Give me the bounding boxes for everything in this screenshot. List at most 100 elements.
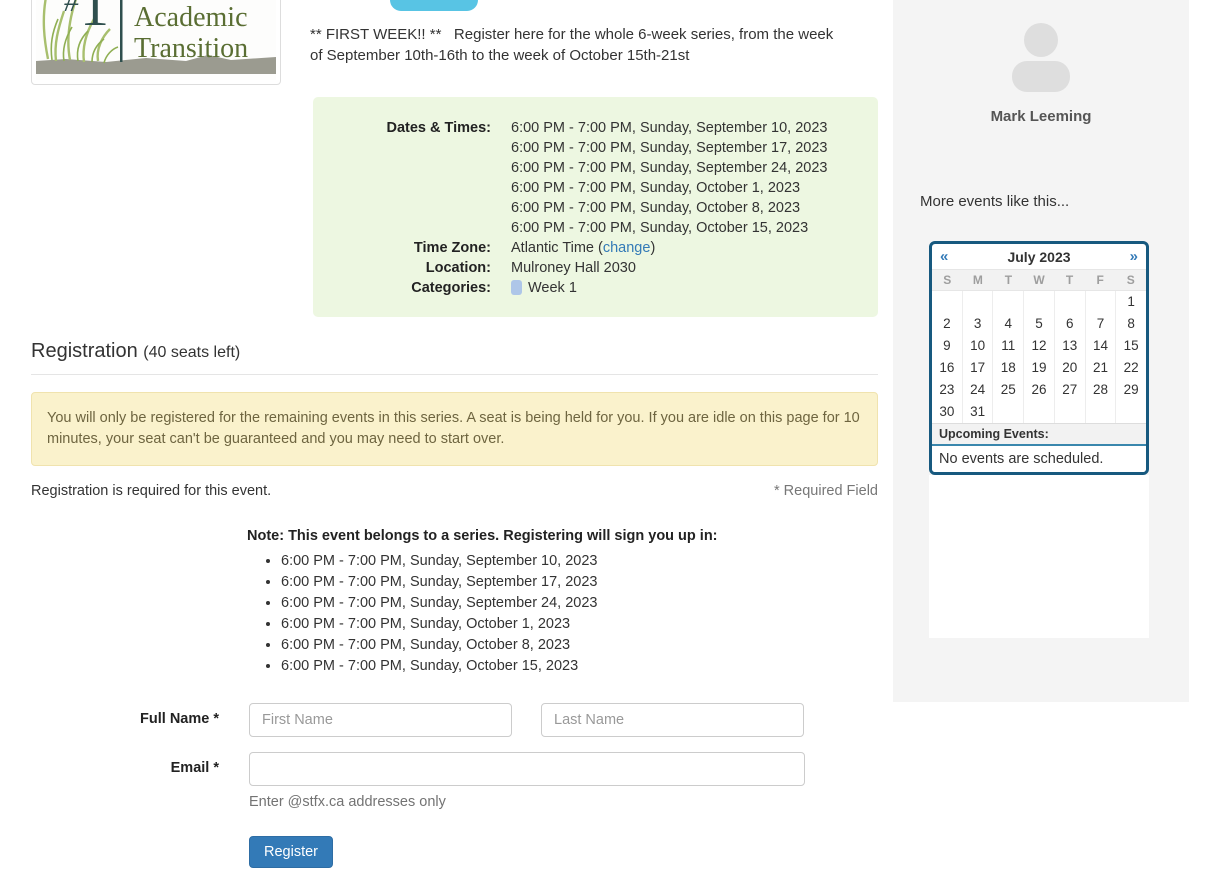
calendar-day[interactable]: 25: [992, 379, 1023, 401]
avatar-wrap: [893, 0, 1189, 96]
event-logo: # 1 Academic Transition: [31, 0, 281, 85]
main-content: # 1 Academic Transition ** FIRST WEEK!! …: [31, 0, 878, 868]
first-name-input[interactable]: [249, 703, 512, 737]
calendar-day[interactable]: 9: [932, 335, 962, 357]
calendar-week-row: 3031: [932, 401, 1146, 423]
calendar-day[interactable]: 16: [932, 357, 962, 379]
calendar-day[interactable]: 4: [992, 313, 1023, 335]
event-date-line: 6:00 PM - 7:00 PM, Sunday, October 15, 2…: [511, 218, 828, 238]
location-value: Mulroney Hall 2030: [511, 258, 636, 278]
person-avatar-icon: [1003, 16, 1079, 92]
calendar-day[interactable]: 14: [1085, 335, 1116, 357]
calendar-day[interactable]: 2: [932, 313, 962, 335]
categories-label: Categories:: [328, 278, 491, 298]
calendar-day[interactable]: 27: [1054, 379, 1085, 401]
register-button[interactable]: Register: [249, 836, 333, 868]
svg-text:1: 1: [80, 0, 109, 38]
last-name-input[interactable]: [541, 703, 804, 737]
full-name-label: Full Name *: [31, 703, 219, 737]
calendar-next-icon[interactable]: »: [1130, 248, 1138, 265]
calendar-day[interactable]: 7: [1085, 313, 1116, 335]
email-row: Email *: [31, 752, 878, 786]
calendar-day[interactable]: 1: [1115, 291, 1146, 313]
calendar-day[interactable]: 13: [1054, 335, 1085, 357]
logo-word-transition: Transition: [134, 33, 248, 64]
calendar-empty-cell: [962, 291, 993, 313]
sidebar: Mark Leeming More events like this... « …: [893, 0, 1189, 702]
series-note: Note: This event belongs to a series. Re…: [247, 528, 878, 677]
dates-list: 6:00 PM - 7:00 PM, Sunday, September 10,…: [511, 118, 828, 238]
calendar-day[interactable]: 24: [962, 379, 993, 401]
calendar-empty-cell: [1115, 401, 1146, 423]
calendar-day[interactable]: 6: [1054, 313, 1085, 335]
event-date-line: 6:00 PM - 7:00 PM, Sunday, October 1, 20…: [511, 178, 828, 198]
timezone-suffix: ): [650, 240, 655, 256]
calendar-day[interactable]: 30: [932, 401, 962, 423]
registration-required-note: Registration is required for this event.: [31, 483, 271, 499]
calendar-empty-cell: [1023, 291, 1054, 313]
calendar-day[interactable]: 19: [1023, 357, 1054, 379]
categories-row: Categories: Week 1: [328, 278, 863, 298]
series-date-item: 6:00 PM - 7:00 PM, Sunday, October 15, 2…: [281, 656, 878, 677]
calendar-day[interactable]: 22: [1115, 357, 1146, 379]
registration-heading: Registration (40 seats left): [31, 340, 878, 375]
calendar-day[interactable]: 23: [932, 379, 962, 401]
calendar-empty-cell: [992, 291, 1023, 313]
calendar-day[interactable]: 18: [992, 357, 1023, 379]
event-date-line: 6:00 PM - 7:00 PM, Sunday, October 8, 20…: [511, 198, 828, 218]
calendar-day[interactable]: 28: [1085, 379, 1116, 401]
calendar-prev-icon[interactable]: «: [940, 248, 948, 265]
calendar-header: « July 2023 »: [932, 244, 1146, 269]
presenter-name: Mark Leeming: [893, 108, 1189, 125]
calendar-day-header: S: [1115, 270, 1146, 290]
calendar-day-headers: SMTWTFS: [932, 269, 1146, 291]
calendar-day[interactable]: 11: [992, 335, 1023, 357]
calendar-day-header: M: [963, 270, 994, 290]
series-date-item: 6:00 PM - 7:00 PM, Sunday, October 1, 20…: [281, 614, 878, 635]
calendar-week-row: 23242526272829: [932, 379, 1146, 401]
calendar-day[interactable]: 31: [962, 401, 993, 423]
upcoming-events-label: Upcoming Events:: [932, 423, 1146, 446]
calendar-day-header: T: [1054, 270, 1085, 290]
calendar-day[interactable]: 21: [1085, 357, 1116, 379]
top-badge[interactable]: [390, 0, 478, 11]
calendar-day[interactable]: 29: [1115, 379, 1146, 401]
calendar-empty-cell: [932, 291, 962, 313]
calendar-title: July 2023: [948, 249, 1129, 265]
calendar-day[interactable]: 8: [1115, 313, 1146, 335]
email-input-wrap: [249, 752, 805, 786]
event-date-line: 6:00 PM - 7:00 PM, Sunday, September 17,…: [511, 138, 828, 158]
calendar-day[interactable]: 5: [1023, 313, 1054, 335]
calendar-day[interactable]: 10: [962, 335, 993, 357]
email-input[interactable]: [249, 752, 805, 786]
email-label: Email *: [31, 752, 219, 786]
name-inputs: [249, 703, 804, 737]
calendar-week-row: 1: [932, 291, 1146, 313]
calendar-day[interactable]: 3: [962, 313, 993, 335]
category-value: Week 1: [511, 278, 577, 298]
calendar-empty-cell: [1054, 291, 1085, 313]
calendar-day[interactable]: 26: [1023, 379, 1054, 401]
calendar-day[interactable]: 20: [1054, 357, 1085, 379]
series-note-heading: Note: This event belongs to a series. Re…: [247, 528, 878, 544]
seat-hold-warning: You will only be registered for the rema…: [31, 392, 878, 466]
event-date-line: 6:00 PM - 7:00 PM, Sunday, September 24,…: [511, 158, 828, 178]
series-list: 6:00 PM - 7:00 PM, Sunday, September 10,…: [261, 551, 878, 677]
calendar-day[interactable]: 17: [962, 357, 993, 379]
calendar-day[interactable]: 12: [1023, 335, 1054, 357]
change-timezone-link[interactable]: change: [603, 240, 651, 256]
series-date-item: 6:00 PM - 7:00 PM, Sunday, October 8, 20…: [281, 635, 878, 656]
event-date-line: 6:00 PM - 7:00 PM, Sunday, September 10,…: [511, 118, 828, 138]
svg-text:#: #: [64, 0, 80, 18]
location-row: Location: Mulroney Hall 2030: [328, 258, 863, 278]
series-date-item: 6:00 PM - 7:00 PM, Sunday, September 10,…: [281, 551, 878, 572]
calendar-day-header: S: [932, 270, 963, 290]
calendar-day[interactable]: 15: [1115, 335, 1146, 357]
calendar-day-header: W: [1024, 270, 1055, 290]
event-header: # 1 Academic Transition ** FIRST WEEK!! …: [31, 0, 878, 97]
calendar-grid: 1234567891011121314151617181920212223242…: [932, 291, 1146, 423]
dates-row: Dates & Times: 6:00 PM - 7:00 PM, Sunday…: [328, 118, 863, 238]
calendar-week-row: 9101112131415: [932, 335, 1146, 357]
no-events-text: No events are scheduled.: [932, 446, 1146, 472]
more-events-label: More events like this...: [920, 193, 1189, 210]
